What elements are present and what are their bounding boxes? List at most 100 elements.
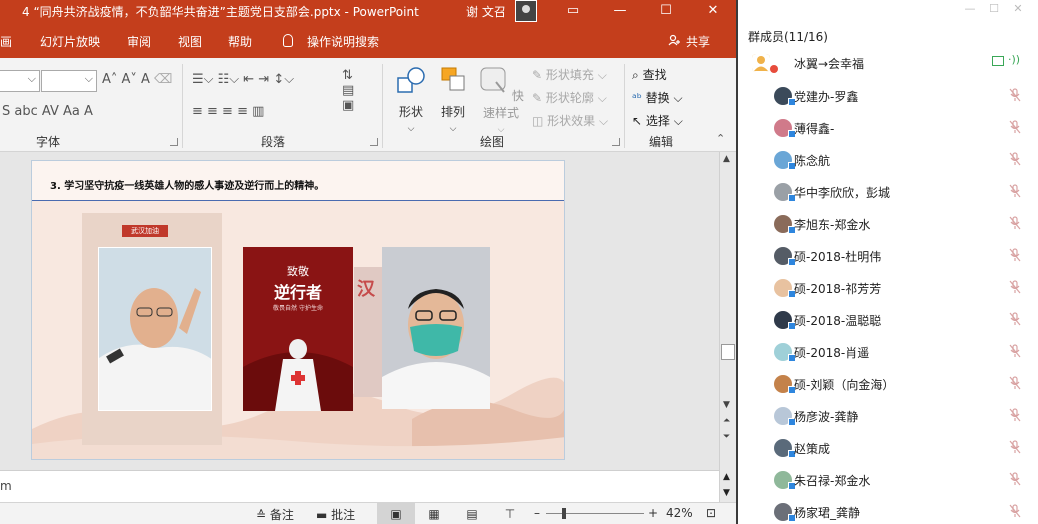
member-row[interactable]: 华中李欣欣，彭城 [738,176,1038,208]
tab-draw[interactable]: 画 [0,33,12,50]
member-name: 硕-2018-温聪聪 [794,314,882,328]
paragraph-dialog-launcher-icon[interactable] [370,138,378,146]
panel-close-button[interactable]: ✕ [1008,2,1028,20]
comments-button[interactable]: ▬ 批注 [316,506,355,523]
mic-muted-icon[interactable] [1008,440,1022,454]
collapse-ribbon-icon[interactable]: ⌃ [716,132,725,145]
shape-outline-label: 形状轮廓 [545,91,594,105]
notes-scrollbar[interactable]: ▲ ▼ [719,470,736,502]
next-slide-icon[interactable]: ⏷ [723,432,730,442]
mic-muted-icon[interactable] [1008,216,1022,230]
member-row[interactable]: 李旭东-郑金水 [738,208,1038,240]
member-row[interactable]: 硕-刘颖（向金海） [738,368,1038,400]
zoom-slider-thumb[interactable] [562,508,566,519]
scroll-down-arrow-icon[interactable]: ▼ [723,400,730,410]
shape-fill-button[interactable]: ✎ 形状填充 ⌵ [532,66,607,83]
bullets-numbering-icons[interactable]: ☰⌵ ☷⌵ ⇤ ⇥ ↕⌵ [192,72,294,87]
notes-toggle-button[interactable]: ≙ 备注 [256,506,294,523]
zoom-out-button[interactable]: – [534,506,540,520]
mic-muted-icon[interactable] [1008,504,1022,518]
select-label: 选择 [645,114,670,128]
mic-muted-icon[interactable] [1008,312,1022,326]
alignment-icons[interactable]: ≡ ≡ ≡ ≡ ▥ [192,104,264,119]
member-row[interactable]: 硕-2018-祁芳芳 [738,272,1038,304]
font-size-dropdown[interactable] [41,70,97,92]
poster-salute-heroes[interactable]: 致敬 逆行者 敬畏自然 守护生命 [243,247,353,411]
member-name: 陈念航 [794,154,831,168]
member-row[interactable]: 硕-2018-肖遥 [738,336,1038,368]
account-name[interactable]: 谢 文召 [466,3,506,20]
clear-formatting-icon[interactable]: ⌫ [154,72,172,87]
mic-muted-icon[interactable] [1008,248,1022,262]
host-member[interactable]: 冰翼→会幸福 ·)) [738,47,1038,79]
mic-muted-icon[interactable] [1008,152,1022,166]
mic-muted-icon[interactable] [1008,344,1022,358]
tab-help[interactable]: 帮助 [228,33,252,50]
slideshow-view-button[interactable]: ⊤ [491,503,529,524]
arrange-button[interactable]: 排列 ⌵ [434,66,472,134]
shape-effects-button[interactable]: ◫ 形状效果 ⌵ [532,112,608,129]
member-row[interactable]: 陈念航 [738,144,1038,176]
drawing-dialog-launcher-icon[interactable] [612,138,620,146]
member-row[interactable]: 薄得鑫- [738,112,1038,144]
previous-slide-icon[interactable]: ⏶ [723,416,730,426]
member-row[interactable]: 杨彦波-龚静 [738,400,1038,432]
paragraph-group-label: 段落 [261,135,286,149]
tab-slideshow[interactable]: 幻灯片放映 [40,33,100,50]
replace-button[interactable]: ᵃᵇ 替换 ⌵ [632,89,683,106]
current-slide[interactable]: 3. 学习坚守抗疫一线英雄人物的感人事迹及逆行而上的精神。 武汉加油 致敬 逆行… [31,160,565,460]
share-button[interactable]: 共享 [686,33,710,50]
slide-sorter-view-button[interactable]: ▦ [415,503,453,524]
slide-vertical-scrollbar[interactable]: ▲ ▼ ⏶ ⏷ [719,152,736,470]
member-row[interactable]: 硕-2018-温聪聪 [738,304,1038,336]
account-avatar[interactable] [515,0,537,22]
mic-muted-icon[interactable] [1008,184,1022,198]
find-button[interactable]: ⌕ 查找 [632,66,667,83]
zoom-in-button[interactable]: + [648,506,658,520]
member-row[interactable]: 赵策成 [738,432,1038,464]
photo-zhong-nanshan[interactable]: 武汉加油 [82,213,222,445]
photo-doctor-mask[interactable] [382,247,490,409]
member-row[interactable]: 杨家珺_龚静 [738,496,1038,524]
ribbon-display-options-button[interactable]: ▭ [550,0,596,22]
member-row[interactable]: 硕-2018-杜明伟 [738,240,1038,272]
scrollbar-thumb[interactable] [721,344,735,360]
text-direction-icons[interactable]: ⇅ ▤ ▣ [342,68,354,113]
notes-scroll-down-icon[interactable]: ▼ [723,488,730,498]
member-row[interactable]: 朱召禄-郑金水 [738,464,1038,496]
scroll-up-arrow-icon[interactable]: ▲ [723,154,730,164]
mic-muted-icon[interactable] [1008,376,1022,390]
member-row[interactable]: 党建办-罗鑫 [738,80,1038,112]
font-size-buttons[interactable]: A˄ A˅ A [102,72,150,87]
comments-label: 批注 [331,508,356,522]
zoom-slider-track[interactable] [546,513,644,514]
tab-view[interactable]: 视图 [178,33,202,50]
fit-to-window-icon[interactable]: ⊡ [706,506,716,520]
minimize-button[interactable]: — [597,0,643,22]
tell-me-search[interactable]: 操作说明搜索 [307,33,379,50]
mic-muted-icon[interactable] [1008,280,1022,294]
normal-view-button[interactable]: ▣ [377,503,415,524]
mic-muted-icon[interactable] [1008,408,1022,422]
photo-wuhan-banner[interactable]: 汉 [354,267,384,397]
doctor-portrait-illustration [382,247,490,409]
font-name-dropdown[interactable] [0,70,40,92]
shapes-button[interactable]: 形状 ⌵ [392,66,430,134]
panel-maximize-button[interactable]: ☐ [984,2,1004,20]
mic-muted-icon[interactable] [1008,120,1022,134]
zoom-level[interactable]: 42% [666,506,693,520]
mic-muted-icon[interactable] [1008,472,1022,486]
tab-review[interactable]: 审阅 [127,33,151,50]
notes-scroll-up-icon[interactable]: ▲ [723,472,730,482]
mic-muted-icon[interactable] [1008,88,1022,102]
maximize-button[interactable]: ☐ [643,0,689,22]
shape-outline-button[interactable]: ✎ 形状轮廓 ⌵ [532,89,607,106]
select-button[interactable]: ↖ 选择 ⌵ [632,112,683,129]
quick-styles-button[interactable]: 快速样式 ⌵ [474,66,528,135]
reading-view-button[interactable]: ▤ [453,503,491,524]
panel-minimize-button[interactable]: — [960,2,980,20]
notes-pane[interactable]: m [0,470,719,502]
close-button[interactable]: ✕ [690,0,736,22]
font-style-buttons[interactable]: S abc AV Aa A [2,104,93,119]
font-dialog-launcher-icon[interactable] [170,138,178,146]
